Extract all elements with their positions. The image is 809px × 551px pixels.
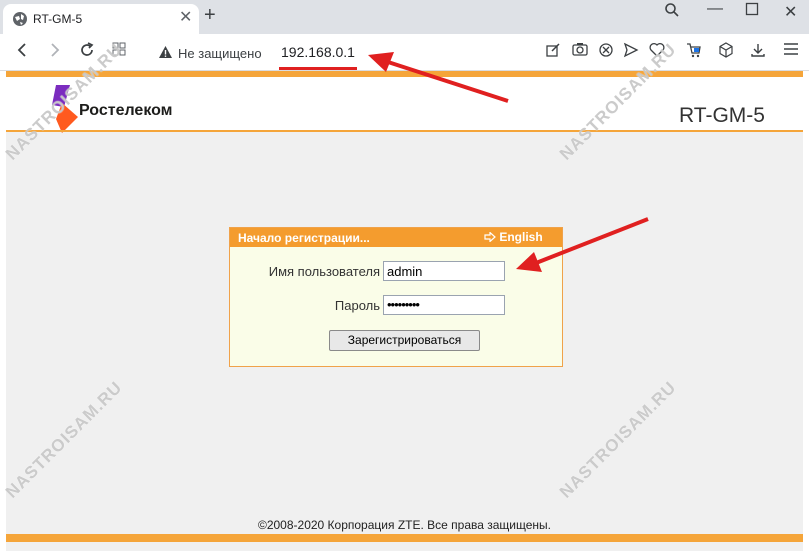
search-tabs-icon[interactable] bbox=[664, 2, 680, 23]
close-window-icon[interactable]: ✕ bbox=[784, 2, 797, 22]
globe-icon bbox=[13, 12, 27, 26]
tab-strip: RT-GM-5 ✕ + — ✕ bbox=[0, 0, 809, 34]
close-tab-icon[interactable]: ✕ bbox=[179, 9, 192, 27]
password-input[interactable]: ••••••••• bbox=[383, 295, 505, 315]
block-icon[interactable] bbox=[597, 42, 615, 60]
username-input[interactable] bbox=[383, 261, 505, 281]
browser-tab[interactable]: RT-GM-5 ✕ bbox=[3, 4, 199, 34]
camera-icon[interactable] bbox=[571, 42, 589, 60]
login-panel-header: Начало регистрации... English bbox=[230, 228, 562, 247]
language-link-label[interactable]: English bbox=[499, 230, 542, 244]
security-status-label[interactable]: Не защищено bbox=[178, 46, 262, 61]
login-button[interactable]: Зарегистрироваться bbox=[329, 330, 480, 351]
header-divider bbox=[6, 130, 803, 132]
url-annotation-underline bbox=[279, 67, 357, 70]
bottom-accent-bar bbox=[6, 534, 803, 542]
router-model: RT-GM-5 bbox=[679, 104, 765, 127]
menu-icon[interactable] bbox=[782, 42, 800, 60]
warning-icon[interactable] bbox=[158, 45, 173, 64]
back-icon[interactable] bbox=[13, 42, 31, 60]
login-panel: Начало регистрации... English Имя пользо… bbox=[229, 227, 563, 367]
new-tab-button[interactable]: + bbox=[204, 4, 216, 26]
url-input[interactable]: 192.168.0.1 bbox=[281, 44, 355, 60]
login-heading: Начало регистрации... bbox=[238, 231, 370, 245]
send-icon[interactable] bbox=[622, 42, 640, 60]
forward-icon[interactable] bbox=[46, 42, 64, 60]
brand-name: Ростелеком bbox=[79, 102, 173, 119]
page-header: Ростелеком RT-GM-5 bbox=[6, 77, 803, 133]
cube-icon[interactable] bbox=[717, 42, 735, 60]
maximize-icon[interactable] bbox=[745, 2, 759, 21]
cart-icon[interactable] bbox=[685, 42, 703, 60]
edit-icon[interactable] bbox=[544, 42, 562, 60]
minimize-icon[interactable]: — bbox=[707, 0, 723, 18]
password-label: Пароль bbox=[334, 298, 380, 313]
tab-title: RT-GM-5 bbox=[33, 12, 83, 26]
language-link[interactable]: English bbox=[484, 230, 543, 244]
username-label: Имя пользователя bbox=[268, 264, 380, 279]
arrow-right-icon bbox=[484, 231, 496, 243]
copyright-footer: ©2008-2020 Корпорация ZTE. Все права защ… bbox=[257, 518, 551, 532]
download-icon[interactable] bbox=[749, 42, 767, 60]
router-page: Ростелеком RT-GM-5 Начало регистрации...… bbox=[6, 71, 803, 551]
